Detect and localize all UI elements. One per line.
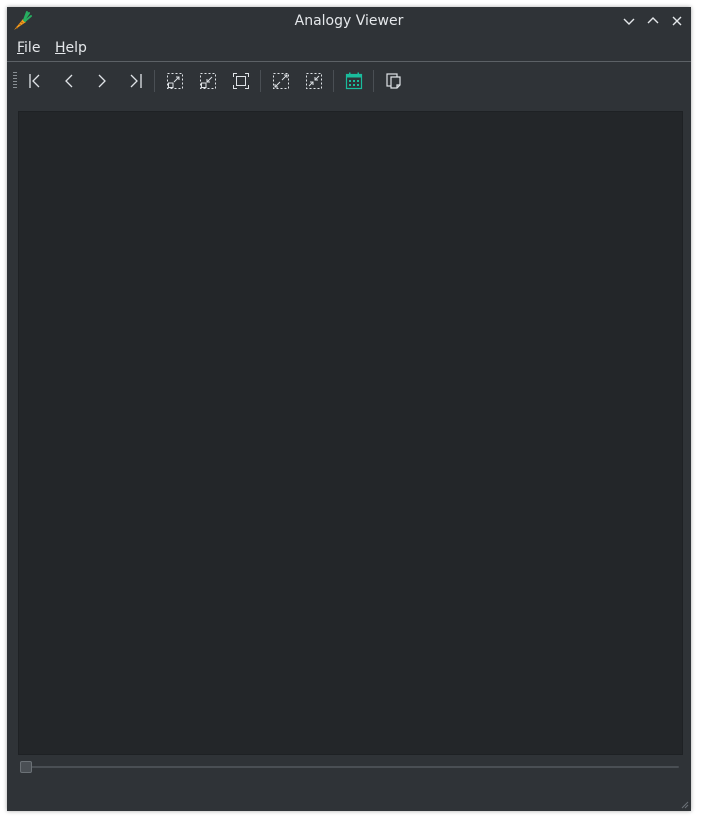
toolbar-separator: [260, 70, 261, 92]
frame-slider-track[interactable]: [21, 766, 679, 768]
grid-view-icon: [345, 72, 363, 90]
main-window: Analogy Viewer File Help: [7, 7, 691, 811]
first-page-icon: [29, 74, 40, 88]
next-button[interactable]: [89, 68, 115, 94]
zoom-in-selection-icon: [167, 73, 183, 89]
zoom-in-selection-button[interactable]: [162, 68, 188, 94]
resize-grip-icon[interactable]: [679, 799, 689, 809]
toolbar-separator: [333, 70, 334, 92]
copy-button[interactable]: [381, 68, 407, 94]
close-icon[interactable]: [668, 12, 686, 30]
toolbar-grip[interactable]: [13, 72, 17, 90]
shrink-selection-icon: [306, 73, 322, 89]
copy-icon: [386, 73, 401, 89]
menu-file[interactable]: File: [17, 36, 40, 60]
minimize-icon[interactable]: [620, 12, 638, 30]
maximize-icon[interactable]: [644, 12, 662, 30]
shrink-selection-button[interactable]: [301, 68, 327, 94]
menu-help-mnemonic: H: [55, 40, 66, 56]
image-viewport[interactable]: [18, 111, 683, 755]
toolbar-separator: [373, 70, 374, 92]
zoom-out-selection-button[interactable]: [195, 68, 221, 94]
frame-slider-handle[interactable]: [20, 761, 32, 773]
fit-to-window-button[interactable]: [228, 68, 254, 94]
last-page-icon: [130, 74, 142, 88]
window-title: Analogy Viewer: [294, 13, 404, 29]
menu-file-rest: ile: [24, 40, 41, 56]
title-bar[interactable]: Analogy Viewer: [7, 7, 691, 36]
previous-button[interactable]: [56, 68, 82, 94]
grid-view-button[interactable]: [341, 68, 367, 94]
zoom-out-selection-icon: [200, 73, 216, 89]
expand-selection-icon: [273, 73, 289, 89]
expand-selection-button[interactable]: [268, 68, 294, 94]
next-icon: [98, 74, 106, 88]
last-page-button[interactable]: [122, 68, 148, 94]
first-page-button[interactable]: [23, 68, 49, 94]
toolbar-separator: [154, 70, 155, 92]
menu-help[interactable]: Help: [55, 36, 87, 60]
menu-bar: File Help: [7, 36, 691, 60]
menu-file-mnemonic: F: [17, 40, 25, 56]
fit-to-window-icon: [233, 73, 249, 89]
previous-icon: [65, 74, 73, 88]
toolbar: [7, 62, 691, 100]
menu-help-rest: elp: [65, 40, 87, 56]
